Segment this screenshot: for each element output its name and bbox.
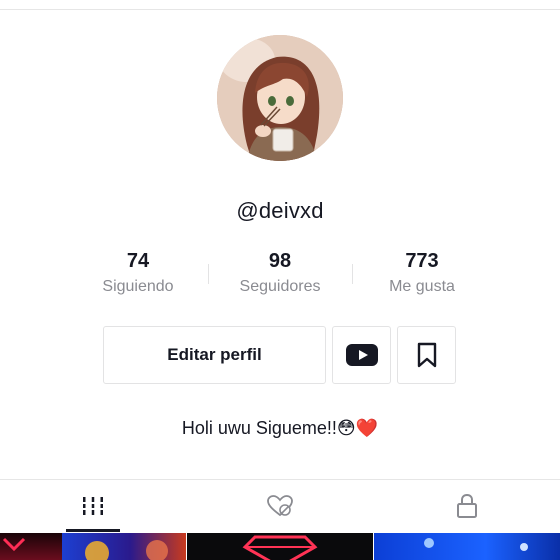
tabs-divider xyxy=(0,479,560,480)
tab-private[interactable] xyxy=(374,486,560,526)
stat-followers[interactable]: 98 Seguidores xyxy=(205,248,355,296)
stat-following-count: 74 xyxy=(126,250,150,272)
video-thumbnail[interactable] xyxy=(62,533,186,560)
profile-username: @deivxd xyxy=(236,198,324,223)
active-tab-indicator xyxy=(66,529,120,532)
video-grid xyxy=(0,533,560,560)
profile-bio: Holi uwu Sigueme!!😳❤️ xyxy=(181,418,379,438)
bookmark-icon xyxy=(417,342,436,368)
heart-thumbnail-art xyxy=(2,537,26,552)
video-thumbnail[interactable] xyxy=(187,533,373,560)
stat-likes-label: Me gusta xyxy=(389,278,455,295)
liked-heart-icon xyxy=(267,495,293,517)
profile-avatar[interactable] xyxy=(217,35,343,161)
stat-following[interactable]: 74 Siguiendo xyxy=(63,248,213,296)
youtube-button[interactable] xyxy=(332,326,391,384)
youtube-icon xyxy=(345,344,378,366)
video-thumbnail[interactable] xyxy=(374,533,560,560)
stat-likes-count: 773 xyxy=(405,250,439,272)
favorites-button[interactable] xyxy=(397,326,456,384)
stat-following-label: Siguiendo xyxy=(102,278,174,295)
video-thumbnail-art xyxy=(424,538,528,551)
top-divider xyxy=(0,9,560,10)
stat-likes[interactable]: 773 Me gusta xyxy=(347,248,497,296)
video-thumbnail[interactable] xyxy=(0,533,62,560)
tab-videos[interactable] xyxy=(0,486,186,526)
video-thumbnail-art xyxy=(85,540,168,560)
stat-followers-label: Seguidores xyxy=(239,278,321,295)
lock-icon xyxy=(457,493,477,518)
videos-grid-icon xyxy=(81,497,105,515)
tab-liked[interactable] xyxy=(187,486,373,526)
avatar-illustration xyxy=(217,35,343,161)
stat-followers-count: 98 xyxy=(268,250,292,272)
edit-profile-button[interactable]: Editar perfil xyxy=(103,326,326,384)
diamond-thumbnail-art xyxy=(242,535,318,560)
